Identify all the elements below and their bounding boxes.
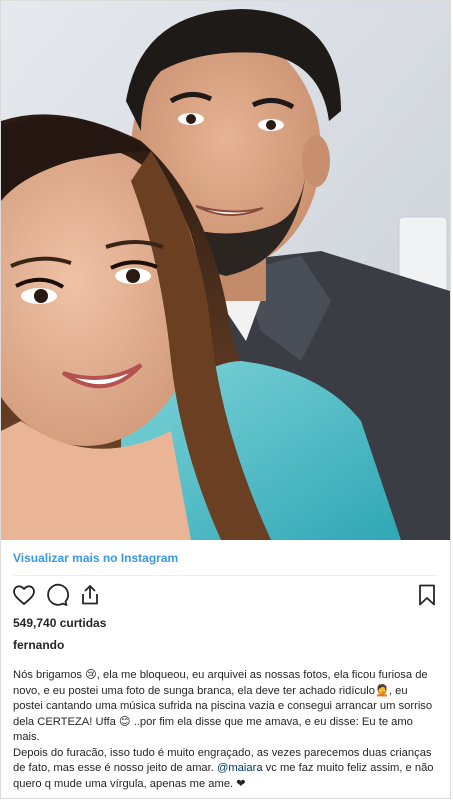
view-more-on-instagram-link[interactable]: Visualizar mais no Instagram	[13, 551, 178, 565]
post-author-username[interactable]: fernando	[13, 638, 64, 652]
likes-count[interactable]: 549,740 curtidas	[13, 616, 106, 630]
caption-paragraph-1: Nós brigamos 😢, ela me bloqueou, eu arqu…	[13, 668, 438, 746]
post-actions-bar	[11, 583, 440, 611]
facepalm-emoji: 🤦	[374, 684, 389, 697]
smiling-emoji: 😊	[118, 715, 131, 728]
heart-outline-icon[interactable]	[11, 583, 37, 609]
caption-paragraph-2: Depois do furacão, isso tudo é muito eng…	[13, 746, 438, 793]
black-heart-emoji: ❤	[236, 777, 246, 790]
divider	[13, 575, 438, 576]
crying-emoji: 😢	[85, 669, 97, 681]
caption-text: Nós brigamos	[13, 669, 86, 681]
comment-bubble-icon[interactable]	[44, 583, 70, 609]
couple-selfie-image	[1, 1, 450, 540]
post-photo[interactable]	[1, 1, 450, 540]
instagram-embed-card: Visualizar mais no Instagram 549,740 cur…	[0, 0, 451, 799]
share-icon[interactable]	[77, 583, 103, 609]
user-mention-link[interactable]: @maiara	[217, 762, 263, 774]
post-caption: Nós brigamos 😢, ela me bloqueou, eu arqu…	[13, 668, 438, 792]
bookmark-icon[interactable]	[414, 583, 440, 609]
